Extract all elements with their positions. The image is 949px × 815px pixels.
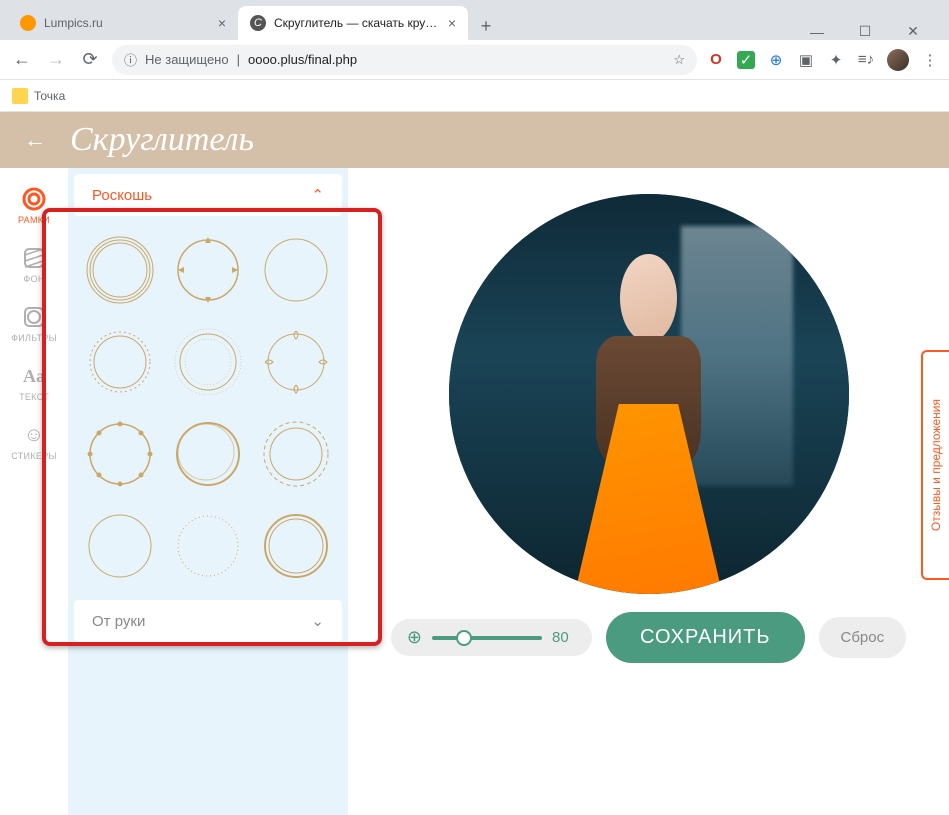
zoom-value: 80: [552, 629, 576, 646]
frame-option[interactable]: [166, 412, 250, 496]
bookmark-item[interactable]: Точка: [34, 89, 65, 103]
tool-label: СТИКЕРЫ: [11, 451, 56, 461]
tool-label: ФОН: [23, 274, 44, 284]
category-title: От руки: [92, 613, 145, 630]
frame-option[interactable]: [254, 320, 338, 404]
frame-option[interactable]: [166, 320, 250, 404]
zoom-control: ⊕ 80: [391, 619, 592, 656]
address-bar[interactable]: ⓘ Не защищено | oooo.plus/final.php ☆: [112, 45, 697, 75]
close-window-button[interactable]: ✕: [899, 23, 927, 40]
ext-icon[interactable]: O: [707, 51, 725, 69]
tool-filters[interactable]: ФИЛЬТРЫ: [0, 294, 68, 353]
frame-option[interactable]: [78, 504, 162, 588]
tool-background[interactable]: ФОН: [0, 235, 68, 294]
ext-icon[interactable]: ⊕: [767, 51, 785, 69]
tab-lumpics[interactable]: Lumpics.ru ×: [8, 6, 238, 40]
frame-option[interactable]: [78, 228, 162, 312]
extension-icons: O ✓ ⊕ ▣ ✦ ≡♪ ⋮: [707, 49, 939, 71]
browser-chrome: Lumpics.ru × C Скруглитель — скачать кру…: [0, 0, 949, 112]
frame-option[interactable]: [78, 412, 162, 496]
tabs-row: Lumpics.ru × C Скруглитель — скачать кру…: [0, 0, 949, 40]
frame-option[interactable]: [254, 228, 338, 312]
background-icon: [21, 245, 47, 271]
ext-icon[interactable]: ✓: [737, 51, 755, 69]
close-icon[interactable]: ×: [448, 15, 456, 31]
window-controls: — ☐ ✕: [803, 23, 941, 40]
favicon-icon: [20, 15, 36, 31]
frames-panel: Роскошь ⌃ От руки ⌄: [68, 168, 348, 815]
minimize-button[interactable]: —: [803, 24, 831, 40]
reset-button[interactable]: Сброс: [819, 617, 907, 658]
stickers-icon: ☺: [21, 422, 47, 448]
ext-icon[interactable]: ▣: [797, 51, 815, 69]
frame-option[interactable]: [254, 504, 338, 588]
maximize-button[interactable]: ☐: [851, 23, 879, 40]
app-title: Скруглитель: [70, 121, 254, 159]
frame-option[interactable]: [166, 228, 250, 312]
playlist-icon[interactable]: ≡♪: [857, 51, 875, 69]
category-title: Роскошь: [92, 187, 152, 204]
bookmarks-bar: Точка: [0, 80, 949, 112]
app-content: РАМКИ ФОН ФИЛЬТРЫ Aa ТЕКСТ ☺ СТИКЕРЫ: [0, 168, 949, 815]
tab-title: Скруглитель — скачать круглу...: [274, 16, 440, 30]
address-row: ← → ⟳ ⓘ Не защищено | oooo.plus/final.ph…: [0, 40, 949, 80]
app-header: ← Скруглитель: [0, 112, 949, 168]
frames-icon: [21, 186, 47, 212]
text-icon: Aa: [21, 363, 47, 389]
app-root: ← Скруглитель РАМКИ ФОН ФИЛЬТРЫ: [0, 112, 949, 815]
frame-option[interactable]: [254, 412, 338, 496]
url-text: oooo.plus/final.php: [248, 52, 357, 67]
chevron-down-icon: ⌄: [311, 612, 324, 630]
tool-label: РАМКИ: [18, 215, 50, 225]
frame-option[interactable]: [78, 320, 162, 404]
tool-frames[interactable]: РАМКИ: [0, 176, 68, 235]
tool-label: ФИЛЬТРЫ: [11, 333, 57, 343]
category-header-luxury[interactable]: Роскошь ⌃: [74, 174, 342, 216]
canvas-area: ⊕ 80 СОХРАНИТЬ Сброс: [348, 168, 949, 815]
divider: |: [237, 52, 240, 67]
info-icon: ⓘ: [124, 50, 137, 69]
tool-stickers[interactable]: ☺ СТИКЕРЫ: [0, 412, 68, 471]
controls-row: ⊕ 80 СОХРАНИТЬ Сброс: [391, 612, 906, 663]
zoom-slider[interactable]: [432, 636, 542, 640]
frames-grid: [68, 222, 348, 594]
feedback-tab[interactable]: Отзывы и предложения: [921, 350, 949, 580]
slider-thumb[interactable]: [456, 630, 472, 646]
tab-skruglitel[interactable]: C Скруглитель — скачать круглу... ×: [238, 6, 468, 40]
forward-button[interactable]: →: [44, 49, 68, 70]
category-header-hand[interactable]: От руки ⌄: [74, 600, 342, 642]
tool-text[interactable]: Aa ТЕКСТ: [0, 353, 68, 412]
extensions-icon[interactable]: ✦: [827, 51, 845, 69]
zoom-icon: ⊕: [407, 627, 422, 648]
star-icon[interactable]: ☆: [673, 52, 685, 68]
tools-column: РАМКИ ФОН ФИЛЬТРЫ Aa ТЕКСТ ☺ СТИКЕРЫ: [0, 168, 68, 815]
tool-label: ТЕКСТ: [19, 392, 49, 402]
security-label: Не защищено: [145, 52, 229, 67]
profile-avatar[interactable]: [887, 49, 909, 71]
reload-button[interactable]: ⟳: [78, 49, 102, 70]
menu-icon[interactable]: ⋮: [921, 51, 939, 69]
bookmark-folder-icon: [12, 88, 28, 104]
app-back-button[interactable]: ←: [24, 127, 46, 153]
frame-option[interactable]: [166, 504, 250, 588]
feedback-label: Отзывы и предложения: [929, 399, 943, 531]
new-tab-button[interactable]: +: [472, 12, 500, 40]
favicon-icon: C: [250, 15, 266, 31]
chevron-up-icon: ⌃: [311, 186, 324, 204]
save-button[interactable]: СОХРАНИТЬ: [606, 612, 805, 663]
tab-title: Lumpics.ru: [44, 16, 210, 30]
close-icon[interactable]: ×: [218, 15, 226, 31]
filters-icon: [21, 304, 47, 330]
back-button[interactable]: ←: [10, 49, 34, 70]
image-preview[interactable]: [449, 194, 849, 594]
photo-subject: [561, 254, 737, 594]
